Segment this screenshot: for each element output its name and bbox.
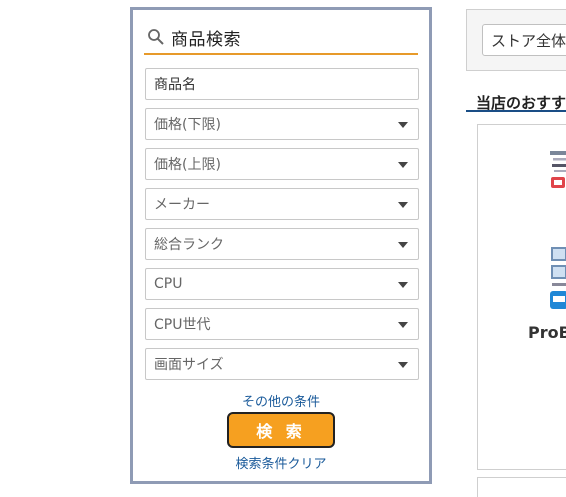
chevron-down-icon bbox=[398, 362, 408, 368]
next-product-card[interactable] bbox=[477, 477, 566, 497]
search-button[interactable]: 検 索 bbox=[227, 412, 335, 448]
cpu-generation-select[interactable]: CPU世代 bbox=[145, 308, 419, 340]
chevron-down-icon bbox=[398, 202, 408, 208]
price-max-label: 価格(上限) bbox=[154, 157, 221, 173]
product-name-input[interactable]: 商品名 bbox=[145, 68, 419, 100]
chevron-down-icon bbox=[398, 162, 408, 168]
chevron-down-icon bbox=[398, 242, 408, 248]
store-scope-box: ストア全体 bbox=[466, 9, 566, 71]
cpu-generation-label: CPU世代 bbox=[154, 317, 211, 333]
overall-rank-select[interactable]: 総合ランク bbox=[145, 228, 419, 260]
product-search-panel: 商品検索 商品名 価格(下限) 価格(上限) メーカー 総合ランク CPU CP… bbox=[130, 7, 432, 484]
other-conditions-link[interactable]: その他の条件 bbox=[133, 391, 429, 410]
search-panel-header: 商品検索 bbox=[144, 21, 418, 55]
chevron-down-icon bbox=[398, 122, 408, 128]
clear-conditions-link[interactable]: 検索条件クリア bbox=[133, 453, 429, 472]
maker-select[interactable]: メーカー bbox=[145, 188, 419, 220]
screen-size-label: 画面サイズ bbox=[154, 357, 224, 373]
product-name-placeholder: 商品名 bbox=[154, 77, 196, 93]
search-panel-title: 商品検索 bbox=[171, 29, 241, 50]
price-min-label: 価格(下限) bbox=[154, 117, 221, 133]
store-scope-select[interactable]: ストア全体 bbox=[482, 24, 566, 56]
section-divider bbox=[466, 110, 566, 112]
cpu-label: CPU bbox=[154, 276, 183, 292]
chevron-down-icon bbox=[398, 282, 408, 288]
maker-label: メーカー bbox=[154, 197, 210, 213]
price-min-select[interactable]: 価格(下限) bbox=[145, 108, 419, 140]
product-name[interactable]: ProB bbox=[528, 323, 566, 342]
product-card[interactable]: ProB bbox=[477, 124, 566, 470]
chevron-down-icon bbox=[398, 322, 408, 328]
price-max-select[interactable]: 価格(上限) bbox=[145, 148, 419, 180]
cpu-select[interactable]: CPU bbox=[145, 268, 419, 300]
product-image-top bbox=[550, 149, 566, 219]
search-icon bbox=[147, 28, 165, 46]
overall-rank-label: 総合ランク bbox=[154, 237, 224, 253]
product-image-bottom bbox=[550, 247, 566, 309]
screen-size-select[interactable]: 画面サイズ bbox=[145, 348, 419, 380]
